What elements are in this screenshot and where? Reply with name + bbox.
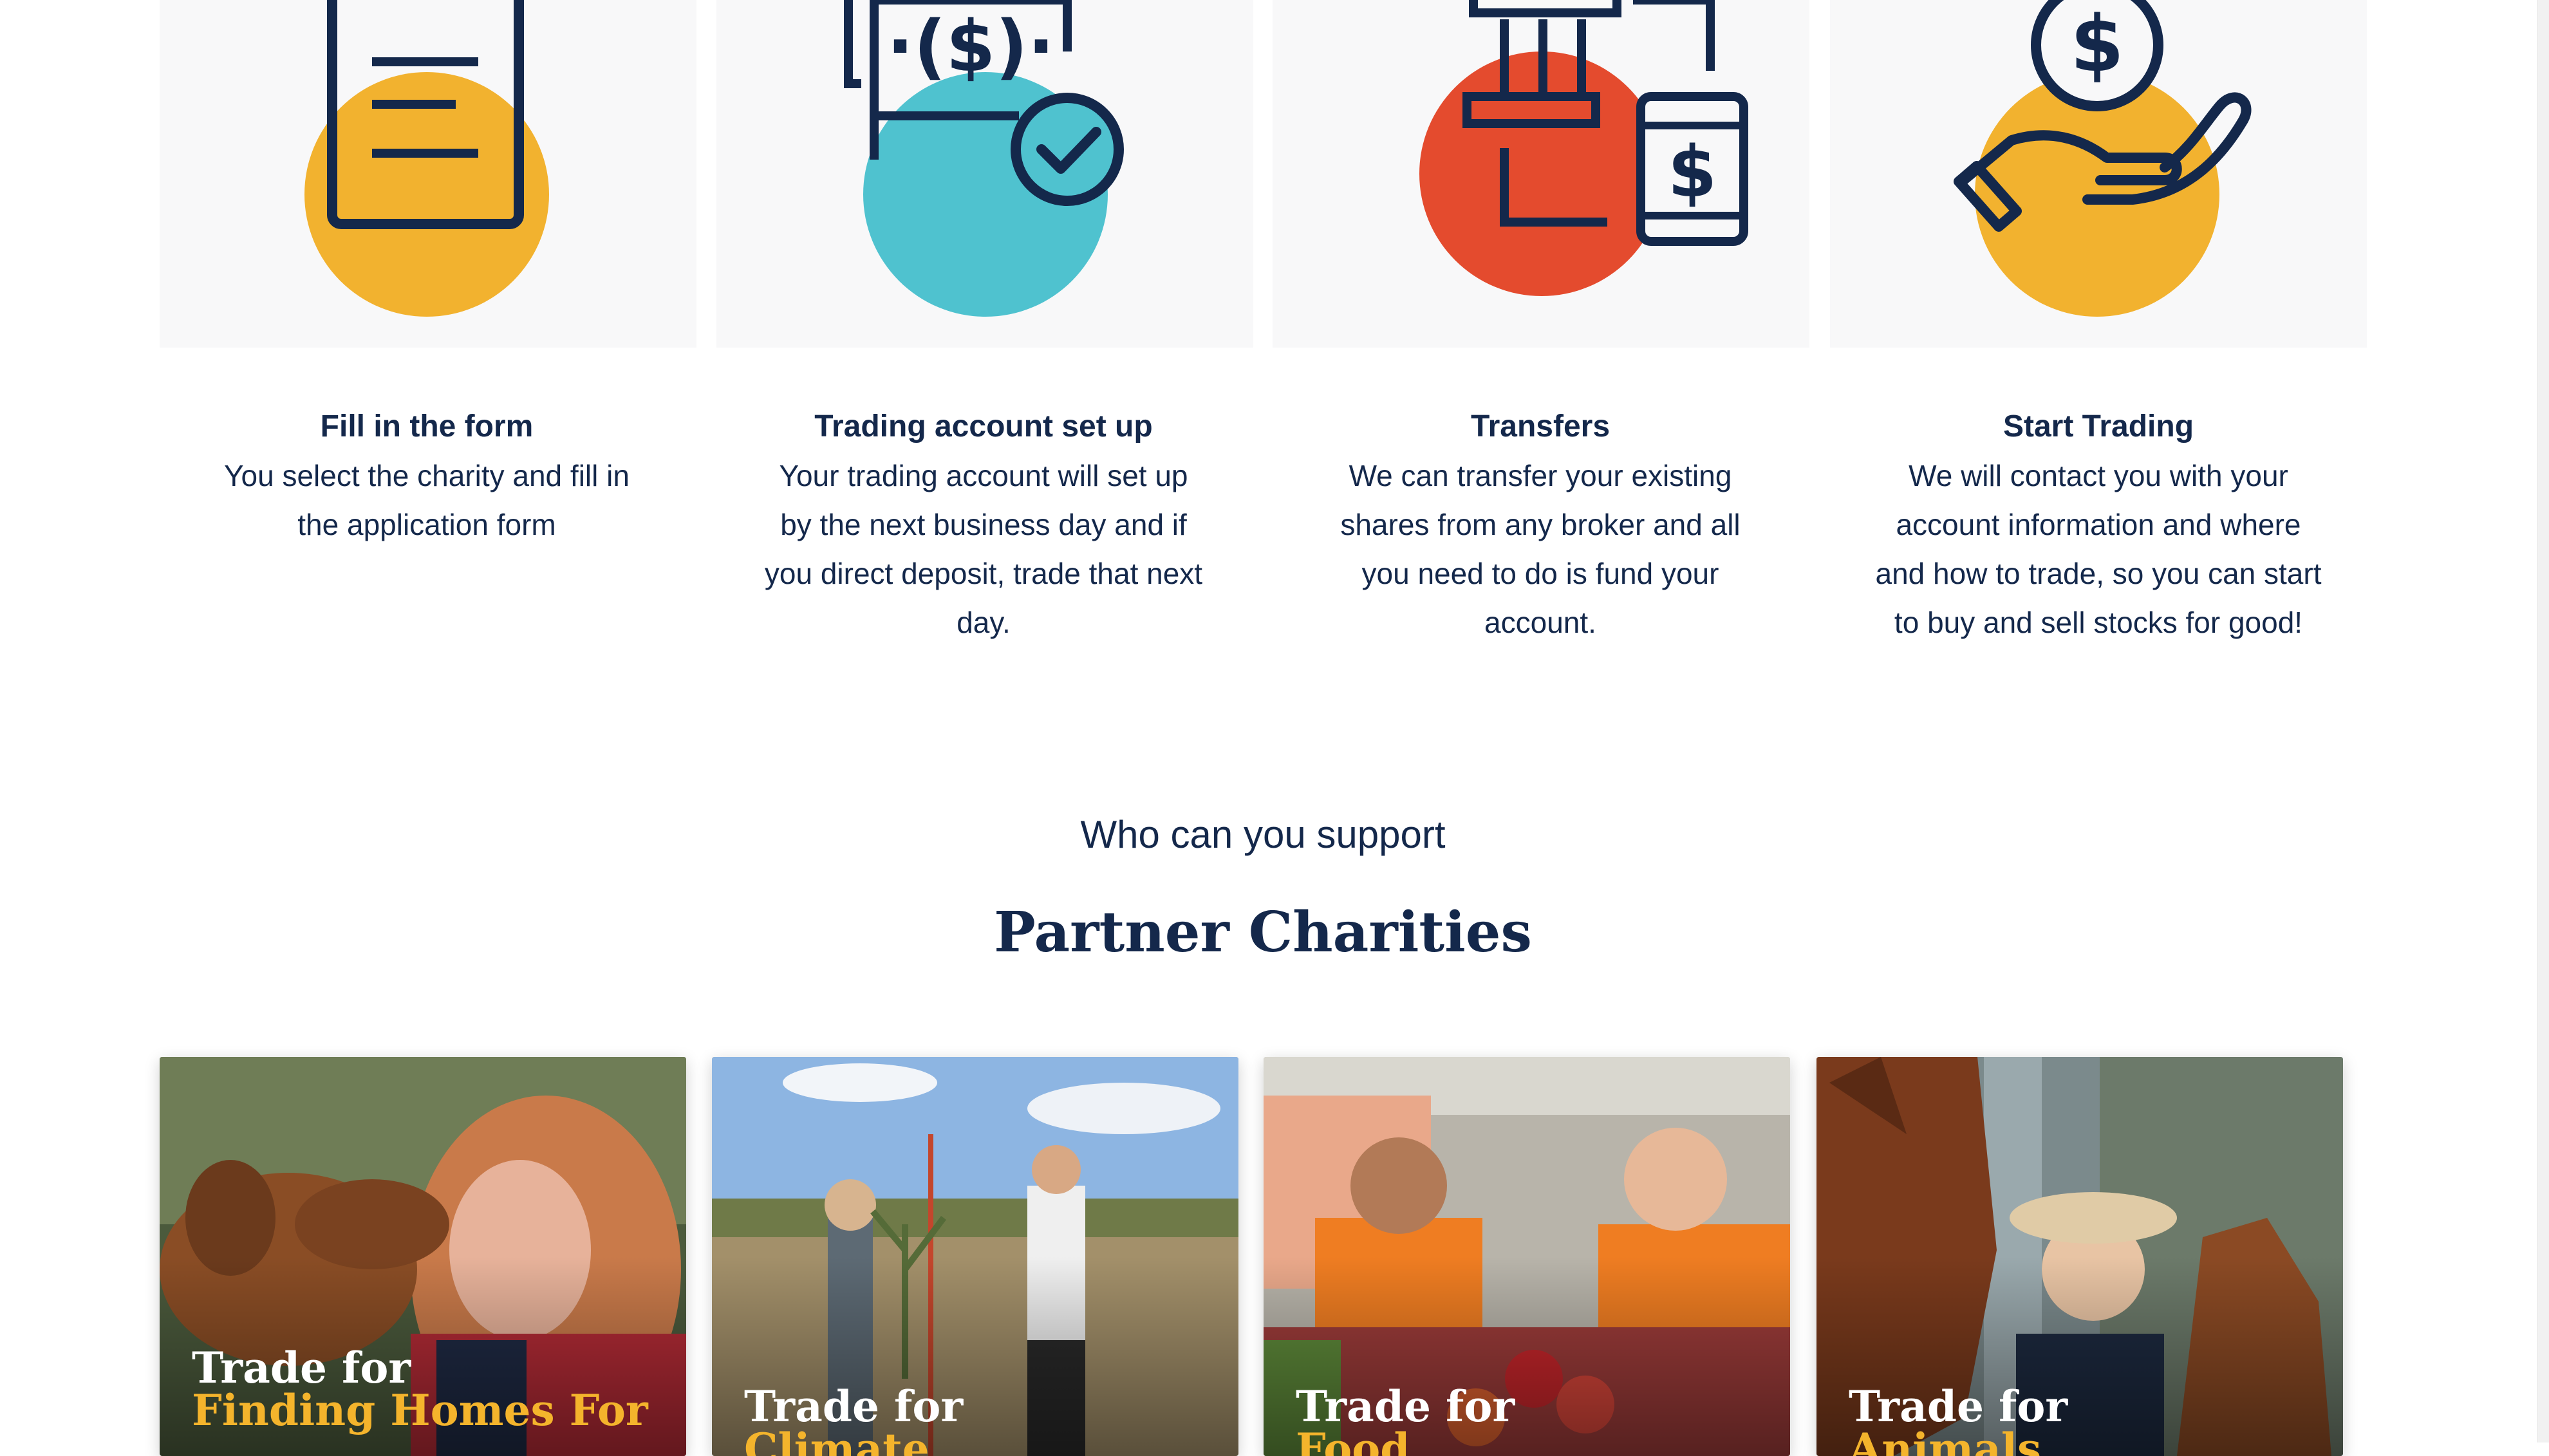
card-title-cause: Food [1296, 1424, 1410, 1456]
svg-text:·($)·: ·($)· [887, 5, 1055, 88]
step-tile-account: ·($)· [716, 0, 1253, 348]
step-desc-line: shares from any broker and all [1340, 508, 1741, 541]
step-description: Your trading account will set up by the … [726, 451, 1241, 647]
section-eyebrow: Who can you support [1080, 813, 1446, 856]
step-desc-line: account. [1484, 606, 1596, 639]
step-tile-form [160, 0, 696, 348]
money-check-icon: ·($)· [844, 0, 1124, 317]
step-desc-line: and how to trade, so you can start [1875, 557, 2322, 590]
step-desc-line: you need to do is fund your [1361, 557, 1719, 590]
step-desc-line: account information and where [1896, 508, 2301, 541]
step-title: Trading account set up [814, 409, 1153, 443]
page-scrollbar[interactable] [2537, 0, 2549, 1442]
step-tile-trading: $ [1830, 0, 2367, 348]
form-document-icon [304, 0, 549, 317]
charity-card-animals[interactable]: Trade for Animals [1816, 1057, 2343, 1456]
step-tile-transfers: $ [1273, 0, 1809, 348]
step-transfers: Transfers We can transfer your existing … [1283, 402, 1798, 647]
card-title-cause: Finding Homes For [192, 1385, 648, 1435]
charity-card-food[interactable]: Trade for Food [1264, 1057, 1790, 1456]
step-desc-line: You select the charity and fill in [224, 459, 630, 492]
step-description: You select the charity and fill in the a… [169, 451, 684, 549]
step-description: We will contact you with your account in… [1841, 451, 2356, 647]
step-start-trading: Start Trading We will contact you with y… [1841, 402, 2356, 647]
card-title: Trade for Finding Homes For [192, 1347, 655, 1432]
bank-transfer-icon: $ [1419, 0, 1748, 296]
step-fill-form: Fill in the form You select the charity … [169, 402, 684, 549]
step-desc-line: the application form [297, 508, 556, 541]
step-title: Transfers [1470, 409, 1611, 443]
card-title-cause: Climate [744, 1424, 929, 1456]
charity-card-homes[interactable]: Trade for Finding Homes For [160, 1057, 686, 1456]
card-title: Trade for Climate [744, 1385, 1208, 1456]
svg-text:$: $ [1668, 131, 1717, 213]
step-desc-line: by the next business day and if [780, 508, 1187, 541]
card-title-prefix: Trade for [192, 1343, 411, 1393]
card-title: Trade for Animals [1849, 1385, 2312, 1456]
step-desc-line: you direct deposit, trade that next [764, 557, 1203, 590]
step-desc-line: day. [957, 606, 1011, 639]
card-title-prefix: Trade for [1296, 1381, 1515, 1432]
step-desc-line: We will contact you with your [1909, 459, 2288, 492]
step-desc-line: We can transfer your existing [1349, 459, 1732, 492]
card-title: Trade for Food [1296, 1385, 1759, 1456]
card-title-prefix: Trade for [744, 1381, 964, 1432]
step-title: Start Trading [2003, 409, 2194, 443]
step-desc-line: Your trading account will set up [779, 459, 1188, 492]
card-title-prefix: Trade for [1849, 1381, 2068, 1432]
step-description: We can transfer your existing shares fro… [1283, 451, 1798, 647]
step-desc-line: to buy and sell stocks for good! [1894, 606, 2303, 639]
charity-card-climate[interactable]: Trade for Climate [712, 1057, 1238, 1456]
svg-text:$: $ [2070, 0, 2124, 89]
hand-coin-icon: $ [1954, 0, 2252, 317]
section-title: Partner Charities [994, 900, 1532, 965]
step-account-setup: Trading account set up Your trading acco… [726, 402, 1241, 647]
card-title-cause: Animals [1849, 1424, 2042, 1456]
step-title: Fill in the form [320, 409, 534, 443]
